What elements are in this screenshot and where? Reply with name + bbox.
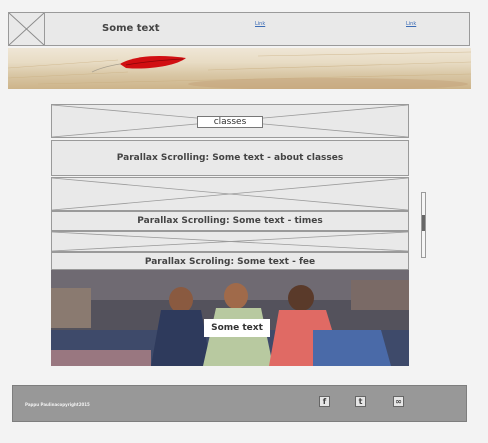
classes-section: classes bbox=[51, 104, 409, 138]
times-title: Parallax Scrolling: Some text - times bbox=[137, 216, 323, 226]
photo-caption: Some text bbox=[204, 319, 270, 337]
banner-image bbox=[8, 48, 471, 89]
image-placeholder-section bbox=[51, 177, 409, 211]
logo-placeholder[interactable] bbox=[9, 13, 45, 45]
header-title: Some text bbox=[102, 23, 160, 34]
fee-title: Parallax Scroling: Some text - fee bbox=[144, 257, 316, 267]
scrollbar-thumb[interactable] bbox=[422, 215, 425, 231]
about-classes-title: Parallax Scrolling: Some text - about cl… bbox=[116, 153, 344, 163]
copyright-text: Pappu Paulinacopyright2015 bbox=[25, 402, 90, 407]
group-photo: Some text bbox=[51, 270, 409, 366]
nav-link-2[interactable]: Link bbox=[406, 21, 416, 27]
header-bar: Some text Link Link bbox=[8, 12, 470, 46]
classes-label[interactable]: classes bbox=[197, 116, 263, 128]
vertical-scrollbar[interactable] bbox=[421, 192, 426, 258]
people-photo-image bbox=[51, 270, 409, 366]
image-placeholder-icon bbox=[52, 232, 408, 251]
fee-section: Parallax Scroling: Some text - fee bbox=[51, 252, 409, 270]
nav-link-1[interactable]: Link bbox=[255, 21, 265, 27]
twitter-icon[interactable]: t bbox=[355, 396, 366, 407]
red-feather-image bbox=[8, 51, 471, 89]
image-placeholder-icon bbox=[52, 178, 408, 210]
about-classes-section: Parallax Scrolling: Some text - about cl… bbox=[51, 140, 409, 176]
times-section: Parallax Scrolling: Some text - times bbox=[51, 211, 409, 231]
image-placeholder-icon bbox=[9, 13, 44, 45]
image-placeholder-section-2 bbox=[51, 231, 409, 252]
link-icon[interactable]: ∞ bbox=[393, 396, 404, 407]
footer: Pappu Paulinacopyright2015 f t ∞ bbox=[12, 385, 467, 422]
facebook-icon[interactable]: f bbox=[319, 396, 330, 407]
